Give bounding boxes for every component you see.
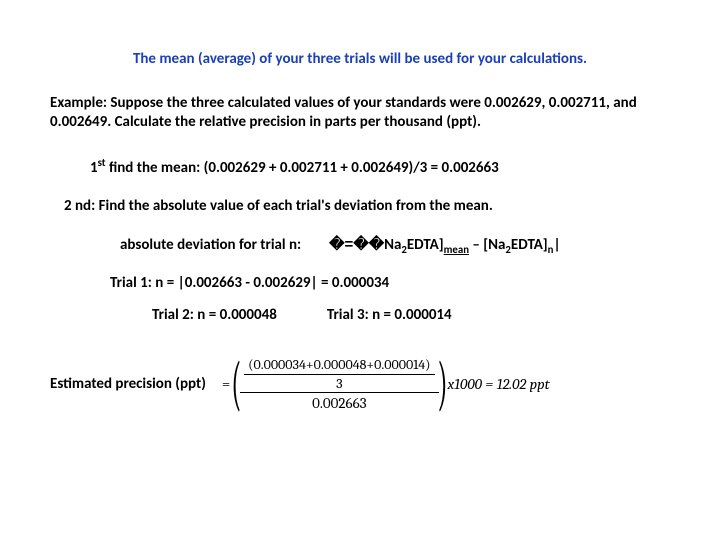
- outer-numerator: (0.000034+0.000048+0.000014) 3: [240, 355, 438, 391]
- formula-edta2: EDTA]: [511, 236, 548, 254]
- trial-1: Trial 1: n = |0.002663 - 0.002629| = 0.0…: [110, 274, 670, 292]
- left-paren: (: [231, 354, 241, 414]
- title: The mean (average) of your three trials …: [50, 50, 670, 68]
- outer-denominator: 0.002663: [308, 394, 370, 412]
- trial-3: Trial 3: n = 0.000014: [327, 306, 452, 324]
- slide: The mean (average) of your three trials …: [0, 0, 720, 414]
- formula-minus: – [Na: [469, 236, 505, 254]
- abs-dev-formula: �=��Na2EDTA]mean – [Na2EDTA]n|: [329, 235, 560, 256]
- step-2: 2 nd: Find the absolute value of each tr…: [64, 197, 670, 215]
- right-paren: ): [437, 354, 447, 414]
- inner-numerator: (0.000034+0.000048+0.000014): [244, 357, 434, 372]
- precision-formula: = ( (0.000034+0.000048+0.000014) 3 0.002…: [216, 354, 550, 414]
- step1-num: 1: [90, 159, 98, 177]
- formula-edta1: EDTA]: [407, 236, 444, 254]
- step1-sup: st: [98, 156, 106, 169]
- formula-endbar: |: [553, 236, 560, 254]
- precision-row: Estimated precision (ppt) = ( (0.000034+…: [50, 354, 670, 414]
- example-text: Example: Suppose the three calculated va…: [50, 94, 670, 132]
- formula-mean: mean: [444, 243, 469, 256]
- trials-2-3: Trial 2: n = 0.000048 Trial 3: n = 0.000…: [50, 306, 670, 324]
- abs-dev-label: absolute deviation for trial n:: [120, 236, 301, 254]
- inner-fraction: (0.000034+0.000048+0.000014) 3: [244, 357, 434, 391]
- formula-na: Na: [384, 236, 401, 254]
- precision-label: Estimated precision (ppt): [50, 375, 206, 393]
- inner-denominator: 3: [332, 376, 346, 391]
- formula-lead: �=��: [329, 236, 384, 253]
- step1-rest: find the mean: (0.002629 + 0.002711 + 0.…: [106, 159, 499, 177]
- equals-sign: =: [222, 375, 230, 393]
- outer-bar: [240, 392, 438, 393]
- outer-fraction: (0.000034+0.000048+0.000014) 3 0.002663: [240, 355, 438, 412]
- step-1: 1st find the mean: (0.002629 + 0.002711 …: [90, 156, 670, 177]
- abs-dev-row: absolute deviation for trial n: �=��Na2E…: [50, 235, 670, 256]
- formula-tail: x1000 = 12.02 ppt: [447, 375, 549, 393]
- trial-2: Trial 2: n = 0.000048: [152, 306, 277, 324]
